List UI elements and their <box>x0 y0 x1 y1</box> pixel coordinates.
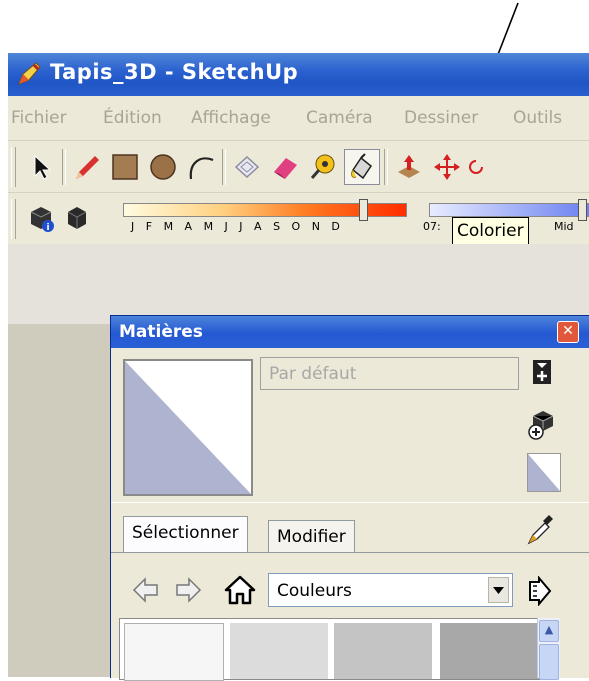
menu-affichage[interactable]: Affichage <box>191 108 271 128</box>
forward-icon[interactable] <box>173 575 203 605</box>
material-details-pane <box>260 390 519 495</box>
model-info-icon[interactable]: i <box>24 202 58 236</box>
library-select[interactable]: Couleurs <box>268 573 513 607</box>
scroll-up-icon[interactable]: ▲ <box>539 620 559 642</box>
sample-paint-icon[interactable] <box>525 513 555 547</box>
tab-select[interactable]: Sélectionner <box>123 516 248 552</box>
time-slider-thumb[interactable] <box>578 199 587 221</box>
menu-camera[interactable]: Caméra <box>306 108 373 128</box>
drawing-area-sky <box>8 244 589 324</box>
main-toolbar <box>8 140 589 193</box>
display-secondary-pane-icon[interactable] <box>531 359 553 385</box>
noon-label: Mid <box>554 220 574 233</box>
details-arrow-icon[interactable] <box>527 575 553 607</box>
time-label: 07: <box>423 220 441 233</box>
library-select-value: Couleurs <box>277 581 352 601</box>
push-pull-icon[interactable] <box>392 150 426 184</box>
tab-select-label: Sélectionner <box>132 523 239 543</box>
close-icon[interactable]: ✕ <box>557 321 579 343</box>
scrollbar-thumb[interactable] <box>539 644 559 680</box>
create-material-icon[interactable] <box>525 408 557 442</box>
material-preview <box>123 359 253 496</box>
window-titlebar[interactable]: Tapis_3D - SketchUp <box>8 53 589 96</box>
toolbar-separator <box>62 149 66 185</box>
circle-icon[interactable] <box>146 150 180 184</box>
sketchup-pencil-icon <box>18 62 41 85</box>
month-slider[interactable]: J F M A M J J A S O N D <box>123 199 413 239</box>
toolbar-separator <box>222 149 226 185</box>
home-icon[interactable] <box>223 573 257 607</box>
month-labels: J F M A M J J A S O N D <box>131 220 344 233</box>
toolbar-separator <box>384 149 388 185</box>
menu-fichier[interactable]: Fichier <box>11 108 67 128</box>
tab-edit-label: Modifier <box>277 527 346 547</box>
menu-dessiner[interactable]: Dessiner <box>404 108 478 128</box>
default-material-icon[interactable] <box>527 453 561 492</box>
rotate-icon[interactable] <box>466 150 486 184</box>
window-title: Tapis_3D - SketchUp <box>50 60 299 84</box>
material-swatch-grid <box>119 618 551 681</box>
dialog-titlebar[interactable]: Matières ✕ <box>111 316 589 348</box>
material-name-field[interactable]: Par défaut <box>260 357 519 390</box>
back-icon[interactable] <box>131 575 161 605</box>
menu-bar: Fichier Édition Affichage Caméra Dessine… <box>8 96 589 140</box>
rectangle-icon[interactable] <box>108 150 142 184</box>
shadow-settings-icon[interactable] <box>60 202 94 236</box>
menu-edition[interactable]: Édition <box>103 108 162 128</box>
tape-measure-icon[interactable] <box>306 150 340 184</box>
material-swatch[interactable] <box>440 623 540 679</box>
swatch-scrollbar[interactable]: ▲ <box>537 618 560 680</box>
arc-icon[interactable] <box>184 150 218 184</box>
dialog-title: Matières <box>119 322 203 342</box>
svg-text:i: i <box>46 223 49 233</box>
time-gradient-bar[interactable] <box>429 203 589 217</box>
month-slider-thumb[interactable] <box>359 199 368 221</box>
drawing-area-ground <box>8 324 110 677</box>
material-swatch[interactable] <box>230 623 328 679</box>
paint-bucket-icon[interactable] <box>344 149 380 185</box>
toolbar-grip[interactable] <box>11 147 16 187</box>
materials-dialog: Matières ✕ Par défaut Sélectionner Modif… <box>110 315 589 681</box>
tab-edit[interactable]: Modifier <box>268 520 355 552</box>
move-icon[interactable] <box>430 150 464 184</box>
paint-bucket-tooltip: Colorier <box>452 217 529 246</box>
chevron-down-icon[interactable] <box>488 577 509 603</box>
pencil-icon[interactable] <box>70 150 104 184</box>
material-swatch[interactable] <box>124 623 224 681</box>
material-swatch[interactable] <box>334 623 432 679</box>
default-material-swatch-icon <box>125 361 251 494</box>
toolbar-grip[interactable] <box>11 199 16 239</box>
select-icon[interactable] <box>24 150 58 184</box>
menu-outils[interactable]: Outils <box>513 108 562 128</box>
eraser-icon[interactable] <box>268 150 302 184</box>
tab-divider <box>111 552 589 553</box>
make-component-icon[interactable] <box>230 150 264 184</box>
